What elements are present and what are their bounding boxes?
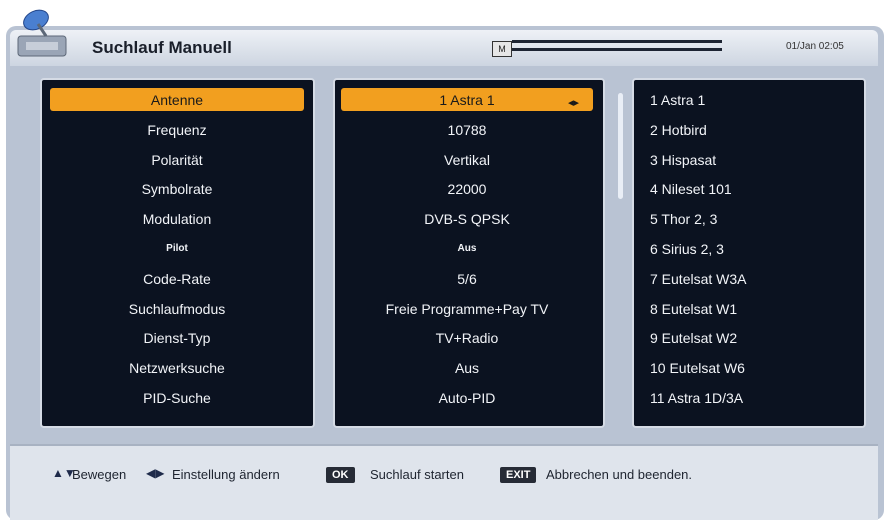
help-move: Bewegen bbox=[72, 467, 127, 482]
setting-value-8[interactable]: TV+Radio bbox=[341, 326, 593, 350]
setting-value-6[interactable]: 5/6 bbox=[341, 267, 593, 291]
satellite-item-6[interactable]: 7 Eutelsat W3A bbox=[650, 267, 747, 291]
satellite-item-3[interactable]: 4 Nileset 101 bbox=[650, 177, 732, 201]
satellite-dish-icon bbox=[17, 9, 67, 57]
setting-value-10[interactable]: Auto-PID bbox=[341, 386, 593, 410]
signal-icon: M bbox=[492, 41, 512, 57]
satellite-item-4[interactable]: 5 Thor 2, 3 bbox=[650, 207, 717, 231]
setting-value-2[interactable]: Vertikal bbox=[341, 148, 593, 172]
setting-value-4[interactable]: DVB-S QPSK bbox=[341, 207, 593, 231]
satellite-item-9[interactable]: 10 Eutelsat W6 bbox=[650, 356, 745, 380]
signal-strength-bar bbox=[512, 40, 722, 43]
setting-label-0[interactable]: Antenne bbox=[50, 88, 304, 112]
setting-label-8[interactable]: Dienst-Typ bbox=[50, 326, 304, 350]
setting-value-3[interactable]: 22000 bbox=[341, 177, 593, 201]
setting-label-6[interactable]: Code-Rate bbox=[50, 267, 304, 291]
page-title: Suchlauf Manuell bbox=[92, 38, 232, 57]
satellite-item-1[interactable]: 2 Hotbird bbox=[650, 118, 707, 142]
help-exit: Abbrechen und beenden. bbox=[546, 467, 693, 482]
satellite-item-2[interactable]: 3 Hispasat bbox=[650, 148, 716, 172]
satellite-item-8[interactable]: 9 Eutelsat W2 bbox=[650, 326, 737, 350]
setting-value-0[interactable]: 1 Astra 1 bbox=[341, 88, 593, 112]
help-change: Einstellung ändern bbox=[172, 467, 280, 482]
clock: 01/Jan 02:05 bbox=[786, 41, 844, 52]
setting-label-4[interactable]: Modulation bbox=[50, 207, 304, 231]
satellite-item-7[interactable]: 8 Eutelsat W1 bbox=[650, 297, 737, 321]
ok-key-icon: OK bbox=[326, 467, 355, 483]
satellite-list-scrollbar[interactable] bbox=[618, 93, 623, 199]
setting-label-2[interactable]: Polarität bbox=[50, 148, 304, 172]
setting-value-9[interactable]: Aus bbox=[341, 356, 593, 380]
signal-quality-bar bbox=[512, 48, 722, 51]
setting-label-9[interactable]: Netzwerksuche bbox=[50, 356, 304, 380]
setting-label-3[interactable]: Symbolrate bbox=[50, 177, 304, 201]
setting-label-10[interactable]: PID-Suche bbox=[50, 386, 304, 410]
setting-label-5[interactable]: Pilot bbox=[50, 237, 304, 261]
setting-value-1[interactable]: 10788 bbox=[341, 118, 593, 142]
satellite-item-5[interactable]: 6 Sirius 2, 3 bbox=[650, 237, 724, 261]
exit-key-icon: EXIT bbox=[500, 467, 537, 483]
setting-label-1[interactable]: Frequenz bbox=[50, 118, 304, 142]
satellite-item-10[interactable]: 11 Astra 1D/3A bbox=[650, 386, 743, 410]
satellite-item-0[interactable]: 1 Astra 1 bbox=[650, 88, 705, 112]
setting-label-7[interactable]: Suchlaufmodus bbox=[50, 297, 304, 321]
help-ok: Suchlauf starten bbox=[370, 467, 464, 482]
setting-value-7[interactable]: Freie Programme+Pay TV bbox=[341, 297, 593, 321]
left-right-arrow-icon: ◀▶ bbox=[146, 466, 165, 480]
setting-value-5[interactable]: Aus bbox=[341, 237, 593, 261]
